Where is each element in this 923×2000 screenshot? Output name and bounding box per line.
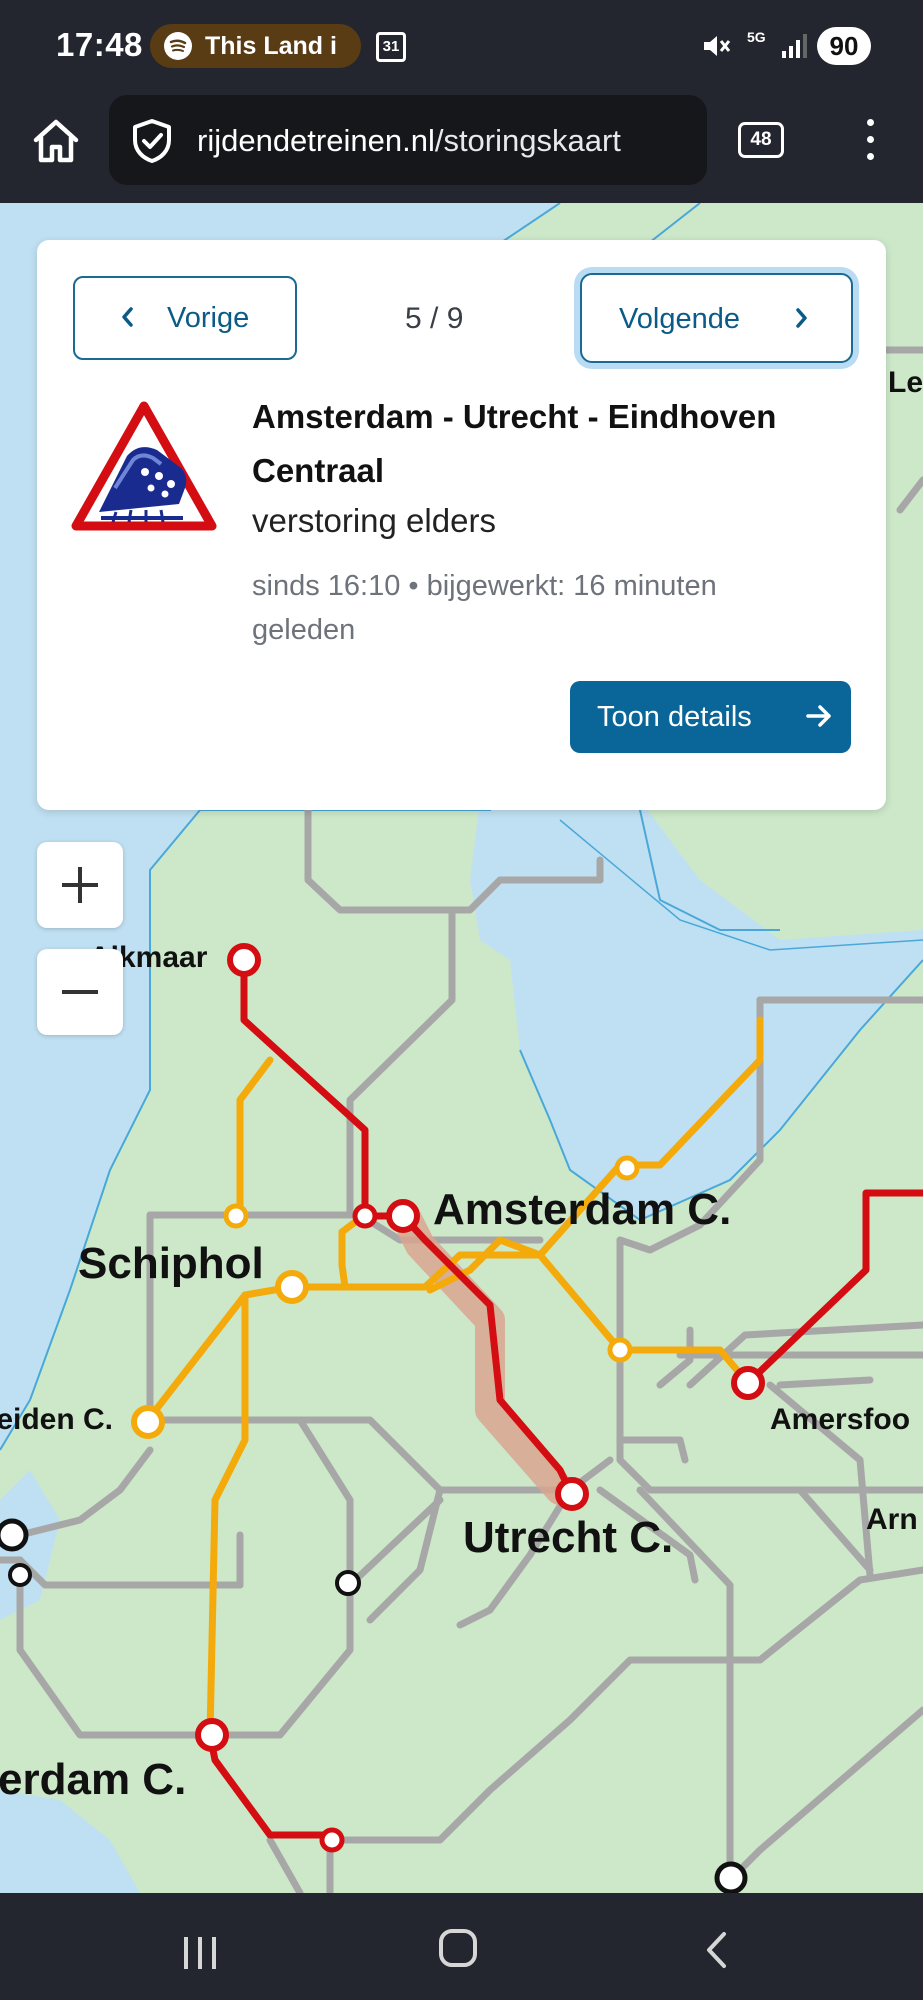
previous-button[interactable]: Vorige — [73, 276, 297, 360]
status-time: 17:48 — [56, 26, 143, 63]
calendar-icon: 31 — [376, 32, 406, 62]
station-gouda — [335, 1570, 361, 1596]
previous-label: Vorige — [167, 302, 250, 334]
station-zaandam — [223, 1203, 249, 1229]
disruption-card: Vorige 5 / 9 Volgende Amsterdam - Utrech… — [37, 240, 886, 810]
show-details-button[interactable]: Toon details — [570, 681, 851, 753]
label-utrecht: Utrecht C. — [463, 1513, 674, 1562]
label-schiphol: Schiphol — [78, 1239, 264, 1288]
mute-icon — [700, 30, 732, 67]
station-amsterdam-sloterdijk — [352, 1203, 378, 1229]
station-utrecht — [555, 1477, 589, 1511]
system-navigation-bar — [0, 1893, 923, 2000]
label-rotterdam: erdam C. — [0, 1755, 187, 1804]
next-label: Volgende — [619, 303, 740, 335]
disruption-status: verstoring elders — [252, 502, 496, 539]
show-details-label: Toon details — [597, 701, 752, 733]
next-button[interactable]: Volgende — [580, 273, 853, 363]
home-nav-icon[interactable] — [437, 1927, 479, 1974]
label-leiden: Leiden C. — [0, 1403, 114, 1436]
pager-indicator: 5 / 9 — [405, 302, 464, 335]
signal-icon — [780, 32, 808, 65]
station-amsterdam-centraal — [386, 1199, 420, 1233]
chevron-right-icon — [794, 305, 810, 339]
station-almere — [614, 1155, 640, 1181]
disruption-title: Amsterdam - Utrecht - Eindhoven Centraal — [252, 398, 777, 489]
url-text[interactable]: rijdendetreinen.nl/storingskaart — [197, 123, 621, 159]
arrow-right-icon — [804, 701, 834, 739]
status-bar: 17:48 This Land i 31 5G 90 — [0, 0, 923, 95]
label-lelystad: Le — [888, 366, 923, 399]
media-chip[interactable]: This Land i — [150, 24, 361, 68]
spotify-icon — [164, 32, 192, 60]
station-amersfoort — [731, 1366, 765, 1400]
zoom-in-button[interactable] — [37, 842, 123, 928]
station-dordrecht — [319, 1827, 345, 1853]
chevron-left-icon — [119, 304, 135, 338]
browser-toolbar: rijdendetreinen.nl/storingskaart 48 — [0, 95, 923, 203]
station-den-haag — [0, 1518, 29, 1552]
media-title: This Land i — [205, 32, 337, 60]
battery-indicator: 90 — [817, 27, 871, 65]
disruption-meta: sinds 16:10 • bijgewerkt: 16 minuten gel… — [252, 570, 717, 646]
label-arnhem: Arn — [866, 1503, 918, 1536]
recents-icon[interactable] — [180, 1933, 220, 1978]
station-schiphol — [275, 1270, 309, 1304]
label-amsterdam: Amsterdam C. — [433, 1185, 732, 1234]
shield-check-icon[interactable] — [131, 118, 173, 169]
station-leiden — [131, 1405, 165, 1439]
station-alkmaar — [227, 943, 261, 977]
address-bar[interactable]: rijdendetreinen.nl/storingskaart — [109, 95, 707, 185]
station-den-bosch — [714, 1861, 748, 1893]
zoom-out-button[interactable] — [37, 949, 123, 1035]
home-icon[interactable] — [28, 113, 84, 169]
tab-switcher-button[interactable]: 48 — [738, 122, 784, 158]
station-hilversum — [607, 1337, 633, 1363]
more-menu-icon[interactable] — [858, 119, 882, 165]
train-disruption-warning-icon — [71, 400, 217, 537]
back-icon[interactable] — [700, 1929, 734, 1976]
network-type: 5G — [747, 29, 766, 45]
label-amersfoort: Amersfoo — [770, 1403, 911, 1436]
station-den-haag-hs — [8, 1563, 32, 1587]
station-rotterdam — [195, 1718, 229, 1752]
